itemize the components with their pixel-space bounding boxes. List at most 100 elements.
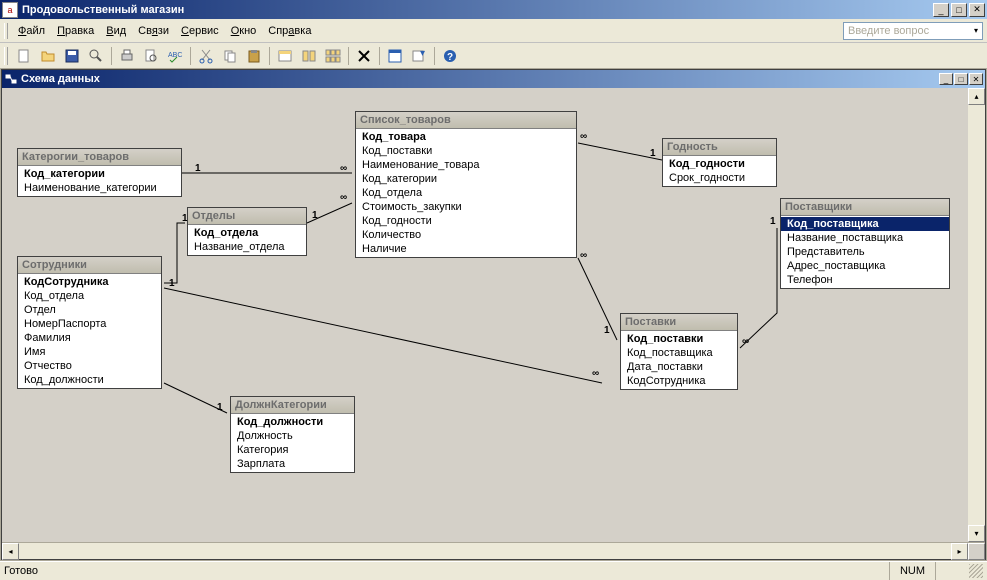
table-field[interactable]: Отдел [18,303,161,317]
child-minimize-button[interactable]: _ [939,73,953,85]
db-window-icon[interactable] [384,45,406,67]
table-field[interactable]: Код_поставщика [621,346,737,360]
toolbar-grip[interactable] [4,47,8,65]
scroll-down-button[interactable]: ▾ [968,525,985,542]
menu-grip[interactable] [4,23,8,39]
table-field[interactable]: Адрес_поставщика [781,259,949,273]
table-field[interactable]: НомерПаспорта [18,317,161,331]
table-field[interactable]: Категория [231,443,354,457]
table-field[interactable]: Отчество [18,359,161,373]
table-field[interactable]: Название_отдела [188,240,306,254]
child-titlebar: Схема данных _ □ ✕ [2,70,985,88]
scroll-track[interactable] [19,543,951,559]
relationship-canvas[interactable]: 1 ∞ 1 ∞ 1 ∞ ∞ 1 1 ∞ ∞ 1 ∞ 1 ∞ 1 Катероги… [2,88,985,542]
table-field[interactable]: Код_отдела [188,226,306,240]
table-field[interactable]: Дата_поставки [621,360,737,374]
child-close-button[interactable]: ✕ [969,73,983,85]
table-field[interactable]: Код_должности [231,415,354,429]
table-field[interactable]: Телефон [781,273,949,287]
table-field[interactable]: Код_товара [356,130,576,144]
show-all-icon[interactable] [322,45,344,67]
table-field[interactable]: Зарплата [231,457,354,471]
table-field[interactable]: Представитель [781,245,949,259]
table-employees[interactable]: Сотрудники КодСотрудникаКод_отделаОтделН… [17,256,162,389]
table-deliveries[interactable]: Поставки Код_поставкиКод_поставщикаДата_… [620,313,738,390]
table-header[interactable]: Катерогии_товаров [18,149,181,166]
scroll-up-button[interactable]: ▴ [968,88,985,105]
copy-icon[interactable] [219,45,241,67]
show-table-icon[interactable] [274,45,296,67]
table-field[interactable]: Наличие [356,242,576,256]
toolbar: ABC ▾ ? [0,43,987,69]
table-field[interactable]: Код_поставщика [781,217,949,231]
table-field[interactable]: Имя [18,345,161,359]
child-maximize-button[interactable]: □ [954,73,968,85]
print-icon[interactable] [116,45,138,67]
paste-icon[interactable] [243,45,265,67]
new-object-icon[interactable]: ▾ [408,45,430,67]
table-field[interactable]: Код_отдела [18,289,161,303]
resize-grip[interactable] [969,564,983,578]
table-header[interactable]: Отделы [188,208,306,225]
table-departments[interactable]: Отделы Код_отделаНазвание_отдела [187,207,307,256]
menu-service[interactable]: Сервис [175,23,225,39]
table-field[interactable]: Должность [231,429,354,443]
table-position-categories[interactable]: ДолжнКатегории Код_должностиДолжностьКат… [230,396,355,473]
table-field[interactable]: КодСотрудника [621,374,737,388]
table-field[interactable]: Код_должности [18,373,161,387]
table-field[interactable]: Код_годности [356,214,576,228]
menu-help[interactable]: Справка [262,23,317,39]
table-field[interactable]: Код_категории [18,167,181,181]
new-icon[interactable] [13,45,35,67]
table-header[interactable]: ДолжнКатегории [231,397,354,414]
save-icon[interactable] [61,45,83,67]
table-field[interactable]: Срок_годности [663,171,776,185]
spell-icon[interactable]: ABC [164,45,186,67]
table-header[interactable]: Годность [663,139,776,156]
table-suppliers[interactable]: Поставщики Код_поставщикаНазвание_постав… [780,198,950,289]
close-button[interactable]: ✕ [969,3,985,17]
table-field[interactable]: Код_годности [663,157,776,171]
table-field[interactable]: Код_категории [356,172,576,186]
table-header[interactable]: Сотрудники [18,257,161,274]
scroll-right-button[interactable]: ▸ [951,543,968,560]
menu-view[interactable]: Вид [100,23,132,39]
menu-relations[interactable]: Связи [132,23,175,39]
table-field[interactable]: Фамилия [18,331,161,345]
status-ready: Готово [4,565,889,577]
table-field[interactable]: Название_поставщика [781,231,949,245]
scroll-left-button[interactable]: ◂ [2,543,19,560]
help-search-box[interactable]: Введите вопрос ▾ [843,22,983,40]
maximize-button[interactable]: □ [951,3,967,17]
table-products[interactable]: Список_товаров Код_товараКод_поставкиНаи… [355,111,577,258]
delete-icon[interactable] [353,45,375,67]
menu-file[interactable]: Файл [12,23,51,39]
help-icon[interactable]: ? [439,45,461,67]
search-icon[interactable] [85,45,107,67]
table-field[interactable]: Количество [356,228,576,242]
menu-window[interactable]: Окно [225,23,263,39]
table-field[interactable]: Код_поставки [621,332,737,346]
table-header[interactable]: Список_товаров [356,112,576,129]
table-field[interactable]: Наименование_категории [18,181,181,195]
preview-icon[interactable] [140,45,162,67]
show-direct-icon[interactable] [298,45,320,67]
table-field[interactable]: Код_отдела [356,186,576,200]
minimize-button[interactable]: _ [933,3,949,17]
table-expiry[interactable]: Годность Код_годностиСрок_годности [662,138,777,187]
scroll-track[interactable] [968,105,985,525]
vertical-scrollbar[interactable]: ▴ ▾ [968,88,985,542]
table-categories[interactable]: Катерогии_товаров Код_категорииНаименова… [17,148,182,197]
cut-icon[interactable] [195,45,217,67]
table-field[interactable]: КодСотрудника [18,275,161,289]
menu-edit[interactable]: Правка [51,23,100,39]
table-field[interactable]: Стоимость_закупки [356,200,576,214]
table-header[interactable]: Поставщики [781,199,949,216]
table-field[interactable]: Наименование_товара [356,158,576,172]
child-title: Схема данных [21,73,938,85]
status-num: NUM [889,562,935,580]
horizontal-scrollbar[interactable]: ◂ ▸ [2,542,985,559]
open-icon[interactable] [37,45,59,67]
table-field[interactable]: Код_поставки [356,144,576,158]
table-header[interactable]: Поставки [621,314,737,331]
